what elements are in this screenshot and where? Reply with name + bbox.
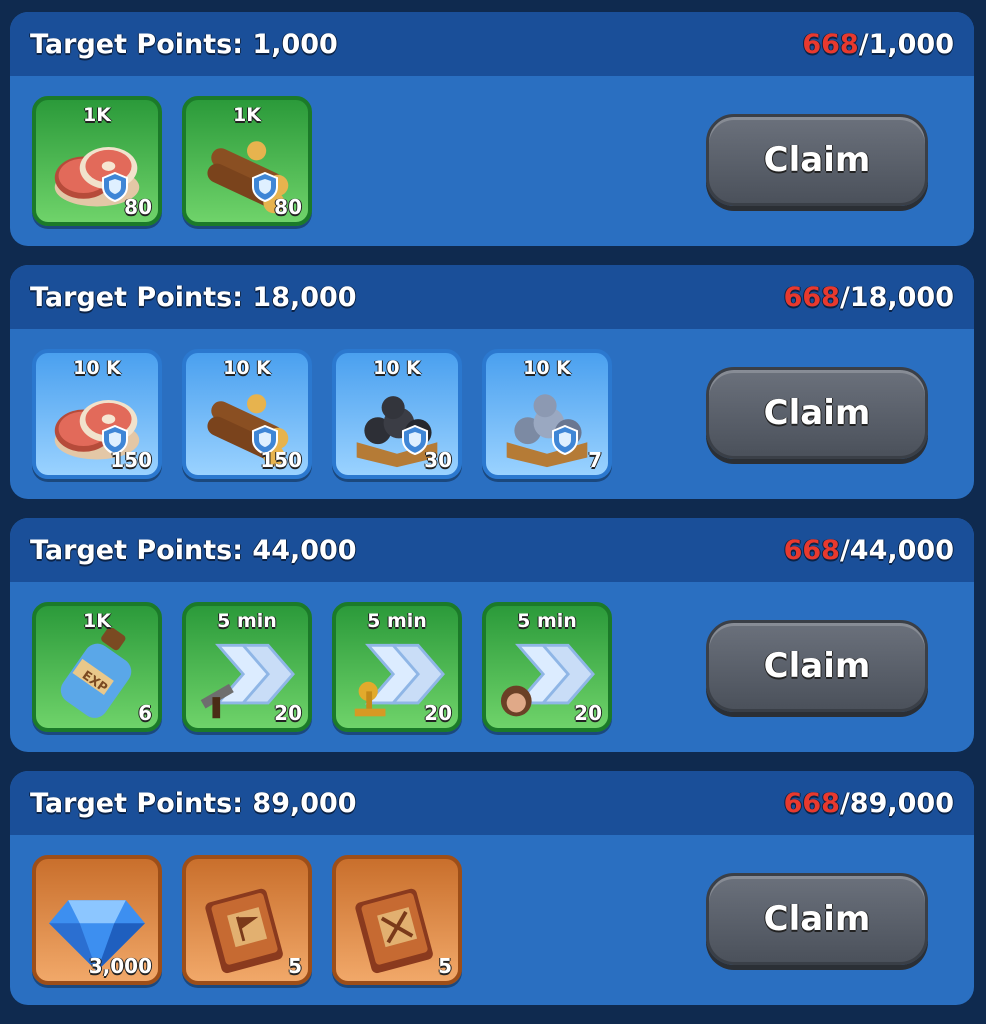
claim-button[interactable]: Claim <box>706 873 928 965</box>
tier-progress: 668/89,000 <box>784 788 954 819</box>
current-points: 668 <box>783 787 840 819</box>
reward-item[interactable]: 10 K 150 <box>182 349 312 479</box>
target-points: /1,000 <box>858 28 954 60</box>
reward-amount-label: 10 K <box>373 357 421 379</box>
tier-title: Target Points: 18,000 <box>30 281 357 313</box>
tier-body: EXP 1K 6 5 min 20 5 min 20 5 min 20 Claim <box>10 582 974 752</box>
reward-quantity: 20 <box>574 701 602 725</box>
tier-title: Target Points: 1,000 <box>30 28 338 60</box>
tier-progress: 668/44,000 <box>784 535 954 566</box>
reward-tier: Target Points: 89,000 668/89,000 3,000 5 5 Cl… <box>10 771 974 1005</box>
tier-progress: 668/1,000 <box>802 29 954 60</box>
reward-item[interactable]: 5 min 20 <box>482 602 612 732</box>
tier-title: Target Points: 89,000 <box>30 787 357 819</box>
reward-amount-label: 5 min <box>517 610 577 632</box>
book-flag-icon <box>205 888 283 974</box>
claim-button[interactable]: Claim <box>706 367 928 459</box>
tier-header: Target Points: 44,000 668/44,000 <box>10 518 974 582</box>
reward-items: 10 K 150 10 K 150 10 K 30 10 K 7 <box>32 349 612 479</box>
reward-item[interactable]: 5 <box>332 855 462 985</box>
reward-quantity: 20 <box>274 701 302 725</box>
reward-items: 3,000 5 5 <box>32 855 462 985</box>
tier-title: Target Points: 44,000 <box>30 534 357 566</box>
shield-icon <box>552 425 578 455</box>
reward-item[interactable]: 5 <box>182 855 312 985</box>
reward-quantity: 80 <box>124 195 152 219</box>
tier-body: 10 K 150 10 K 150 10 K 30 10 K 7 Claim <box>10 329 974 499</box>
reward-amount-label: 5 min <box>367 610 427 632</box>
reward-tier: Target Points: 1,000 668/1,000 1K 80 1K 80 Cla… <box>10 12 974 246</box>
reward-item[interactable]: 10 K 7 <box>482 349 612 479</box>
target-points: /18,000 <box>839 281 954 313</box>
reward-tier: Target Points: 44,000 668/44,000 EXP 1K 6 5 m… <box>10 518 974 752</box>
reward-amount-label: 10 K <box>73 357 121 379</box>
reward-item[interactable]: 1K 80 <box>32 96 162 226</box>
current-points: 668 <box>802 28 859 60</box>
reward-quantity: 30 <box>424 448 452 472</box>
reward-tier: Target Points: 18,000 668/18,000 10 K 150 10… <box>10 265 974 499</box>
tier-body: 1K 80 1K 80 Claim <box>10 76 974 246</box>
reward-amount-label: 5 min <box>217 610 277 632</box>
reward-item[interactable]: 5 min 20 <box>182 602 312 732</box>
current-points: 668 <box>783 534 840 566</box>
reward-item[interactable]: 1K 80 <box>182 96 312 226</box>
reward-items: EXP 1K 6 5 min 20 5 min 20 5 min 20 <box>32 602 612 732</box>
reward-amount-label: 10 K <box>223 357 271 379</box>
reward-quantity: 7 <box>588 448 602 472</box>
target-points: /44,000 <box>839 534 954 566</box>
tier-header: Target Points: 1,000 668/1,000 <box>10 12 974 76</box>
reward-amount-label: 1K <box>83 610 111 632</box>
current-points: 668 <box>783 281 840 313</box>
reward-amount-label: 1K <box>233 104 261 126</box>
tier-header: Target Points: 89,000 668/89,000 <box>10 771 974 835</box>
reward-quantity: 20 <box>424 701 452 725</box>
reward-item[interactable]: 5 min 20 <box>332 602 462 732</box>
iron-ore-icon <box>506 394 588 468</box>
reward-quantity: 150 <box>260 448 302 472</box>
tier-header: Target Points: 18,000 668/18,000 <box>10 265 974 329</box>
reward-items: 1K 80 1K 80 <box>32 96 312 226</box>
reward-amount-label: 10 K <box>523 357 571 379</box>
tier-body: 3,000 5 5 Claim <box>10 835 974 1005</box>
reward-item[interactable]: 10 K 150 <box>32 349 162 479</box>
tier-progress: 668/18,000 <box>784 282 954 313</box>
reward-item[interactable]: 3,000 <box>32 855 162 985</box>
book-swords-icon <box>355 888 433 974</box>
reward-amount-label: 1K <box>83 104 111 126</box>
reward-quantity: 150 <box>110 448 152 472</box>
reward-quantity: 5 <box>288 954 302 978</box>
reward-item[interactable]: EXP 1K 6 <box>32 602 162 732</box>
target-points: /89,000 <box>839 787 954 819</box>
claim-button[interactable]: Claim <box>706 114 928 206</box>
claim-button[interactable]: Claim <box>706 620 928 712</box>
exp-potion-icon: EXP <box>60 628 132 718</box>
reward-quantity: 80 <box>274 195 302 219</box>
reward-quantity: 5 <box>438 954 452 978</box>
reward-quantity: 3,000 <box>88 954 152 978</box>
reward-quantity: 6 <box>138 701 152 725</box>
reward-item[interactable]: 10 K 30 <box>332 349 462 479</box>
